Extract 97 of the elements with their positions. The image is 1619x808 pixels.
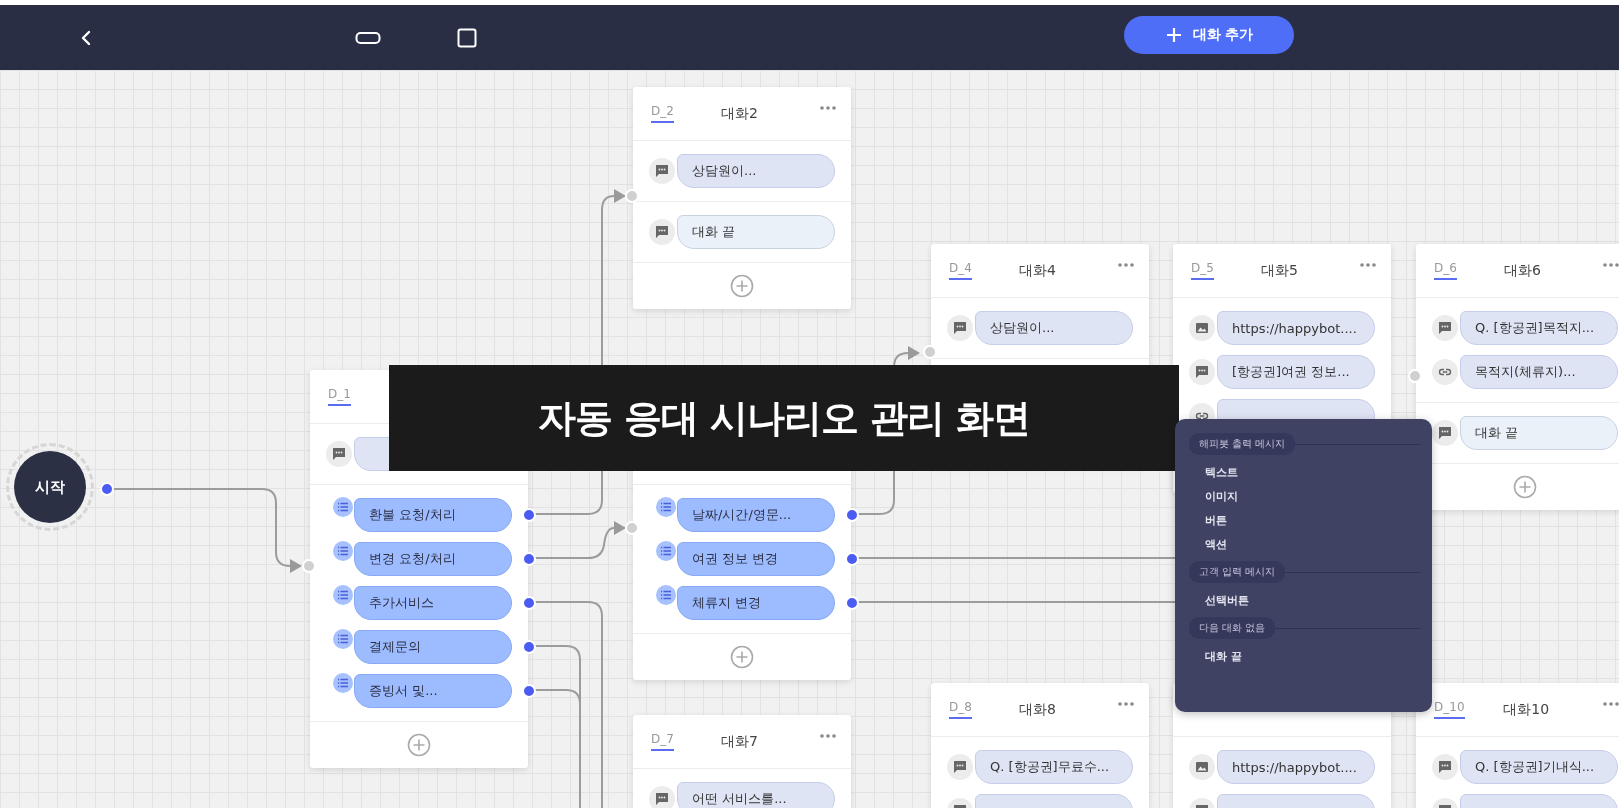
choice-button[interactable]: 증빙서 및... (354, 674, 512, 708)
output-port[interactable] (522, 596, 536, 610)
more-icon[interactable] (1117, 701, 1135, 707)
output-port[interactable] (100, 482, 114, 496)
back-icon[interactable] (80, 29, 92, 46)
choice-button[interactable]: 변경 요청/처리 (354, 542, 512, 576)
chat-icon (1432, 754, 1458, 780)
list-icon (656, 541, 676, 561)
node-title: 대화10 (1502, 700, 1551, 719)
more-icon[interactable] (1117, 262, 1135, 268)
list-icon (333, 673, 353, 693)
node-title: 대화2 (719, 104, 759, 123)
output-port[interactable] (522, 640, 536, 654)
menu-heading: 다음 대화 없음 (1189, 617, 1276, 639)
output-port[interactable] (522, 508, 536, 522)
node-title: 대화5 (1259, 261, 1299, 280)
list-icon (656, 497, 676, 517)
node-id: D_6 (1434, 261, 1457, 280)
node-id: D_1 (328, 387, 351, 406)
list-icon (333, 585, 353, 605)
add-dialog-button[interactable]: 대화 추가 (1124, 15, 1294, 54)
menu-item[interactable]: 대화 끝 (1189, 645, 1420, 669)
node-title: 대화4 (1017, 261, 1057, 280)
add-icon[interactable] (1513, 475, 1537, 499)
chat-icon (649, 786, 675, 808)
message-bubble[interactable]: 대화 끝 (677, 215, 835, 249)
menu-item[interactable]: 액션 (1189, 533, 1420, 557)
input-port[interactable] (923, 345, 937, 359)
node-id: D_7 (651, 732, 674, 751)
menu-heading: 해피봇 출력 메시지 (1189, 433, 1296, 455)
output-port[interactable] (522, 684, 536, 698)
message-bubble[interactable]: Q. [항공권]기내식... (1460, 750, 1618, 784)
message-bubble[interactable]: 대화 끝 (1460, 416, 1618, 450)
more-icon[interactable] (1602, 701, 1619, 707)
message-bubble[interactable]: https://happybot.... (1217, 311, 1375, 345)
chat-icon (1189, 359, 1215, 385)
node-id: D_2 (651, 104, 674, 123)
choice-button[interactable]: 체류지 변경 (677, 586, 835, 620)
link-icon (1432, 359, 1458, 385)
input-port[interactable] (625, 521, 639, 535)
more-icon[interactable] (819, 105, 837, 111)
menu-heading: 고객 입력 메시지 (1189, 561, 1286, 583)
choice-button[interactable]: 결제문의 (354, 630, 512, 664)
message-bubble[interactable]: [항공권]여권 정보... (1217, 355, 1375, 389)
node-title: 대화7 (719, 732, 759, 751)
add-icon[interactable] (730, 274, 754, 298)
input-port[interactable] (625, 189, 639, 203)
chat-icon (947, 754, 973, 780)
choice-button[interactable]: 날짜/시간/영문... (677, 498, 835, 532)
list-icon (333, 497, 353, 517)
square-icon[interactable] (457, 27, 477, 48)
output-port[interactable] (845, 596, 859, 610)
list-icon (656, 585, 676, 605)
menu-item[interactable]: 버튼 (1189, 509, 1420, 533)
message-bubble[interactable]: 상담원이... (975, 311, 1133, 345)
node-title: 대화6 (1502, 261, 1542, 280)
message-bubble[interactable]: 상담원이... (677, 154, 835, 188)
message-bubble[interactable]: 어떤 서비스를... (677, 782, 835, 808)
message-bubble[interactable]: Q. [항공권]무료수... (975, 750, 1133, 784)
output-port[interactable] (845, 508, 859, 522)
output-port[interactable] (845, 552, 859, 566)
chat-icon (649, 158, 675, 184)
chat-icon (947, 315, 973, 341)
caption-overlay: 자동 응대 시나리오 관리 화면 (389, 365, 1179, 471)
node-title: 대화8 (1017, 700, 1057, 719)
input-port[interactable] (302, 559, 316, 573)
chat-icon (649, 219, 675, 245)
node-id: D_10 (1434, 700, 1465, 719)
choice-button[interactable]: 추가서비스 (354, 586, 512, 620)
input-port[interactable] (1408, 369, 1422, 383)
message-bubble[interactable]: https://happybot.... (1217, 750, 1375, 784)
node-id: D_5 (1191, 261, 1214, 280)
menu-item[interactable]: 텍스트 (1189, 461, 1420, 485)
image-icon (1189, 315, 1215, 341)
chat-icon (1432, 315, 1458, 341)
message-bubble[interactable]: 목적지(체류지)... (1460, 355, 1618, 389)
chat-icon (326, 441, 352, 467)
choice-button[interactable]: 여권 정보 변경 (677, 542, 835, 576)
output-port[interactable] (522, 552, 536, 566)
more-icon[interactable] (1602, 262, 1619, 268)
chat-icon (1432, 420, 1458, 446)
add-icon[interactable] (730, 645, 754, 669)
message-bubble[interactable]: Q. [항공권]목적지... (1460, 311, 1618, 345)
choice-button[interactable]: 환불 요청/처리 (354, 498, 512, 532)
image-icon (1189, 754, 1215, 780)
node-id: D_8 (949, 700, 972, 719)
menu-item[interactable]: 선택버튼 (1189, 589, 1420, 613)
start-node[interactable]: 시작 (14, 451, 86, 523)
menu-item[interactable]: 이미지 (1189, 485, 1420, 509)
more-icon[interactable] (1359, 262, 1377, 268)
plus-icon (1164, 25, 1183, 44)
list-icon (333, 541, 353, 561)
node-id: D_4 (949, 261, 972, 280)
rounded-rectangle-icon[interactable] (355, 30, 381, 45)
add-icon[interactable] (407, 733, 431, 757)
more-icon[interactable] (819, 733, 837, 739)
list-icon (333, 629, 353, 649)
